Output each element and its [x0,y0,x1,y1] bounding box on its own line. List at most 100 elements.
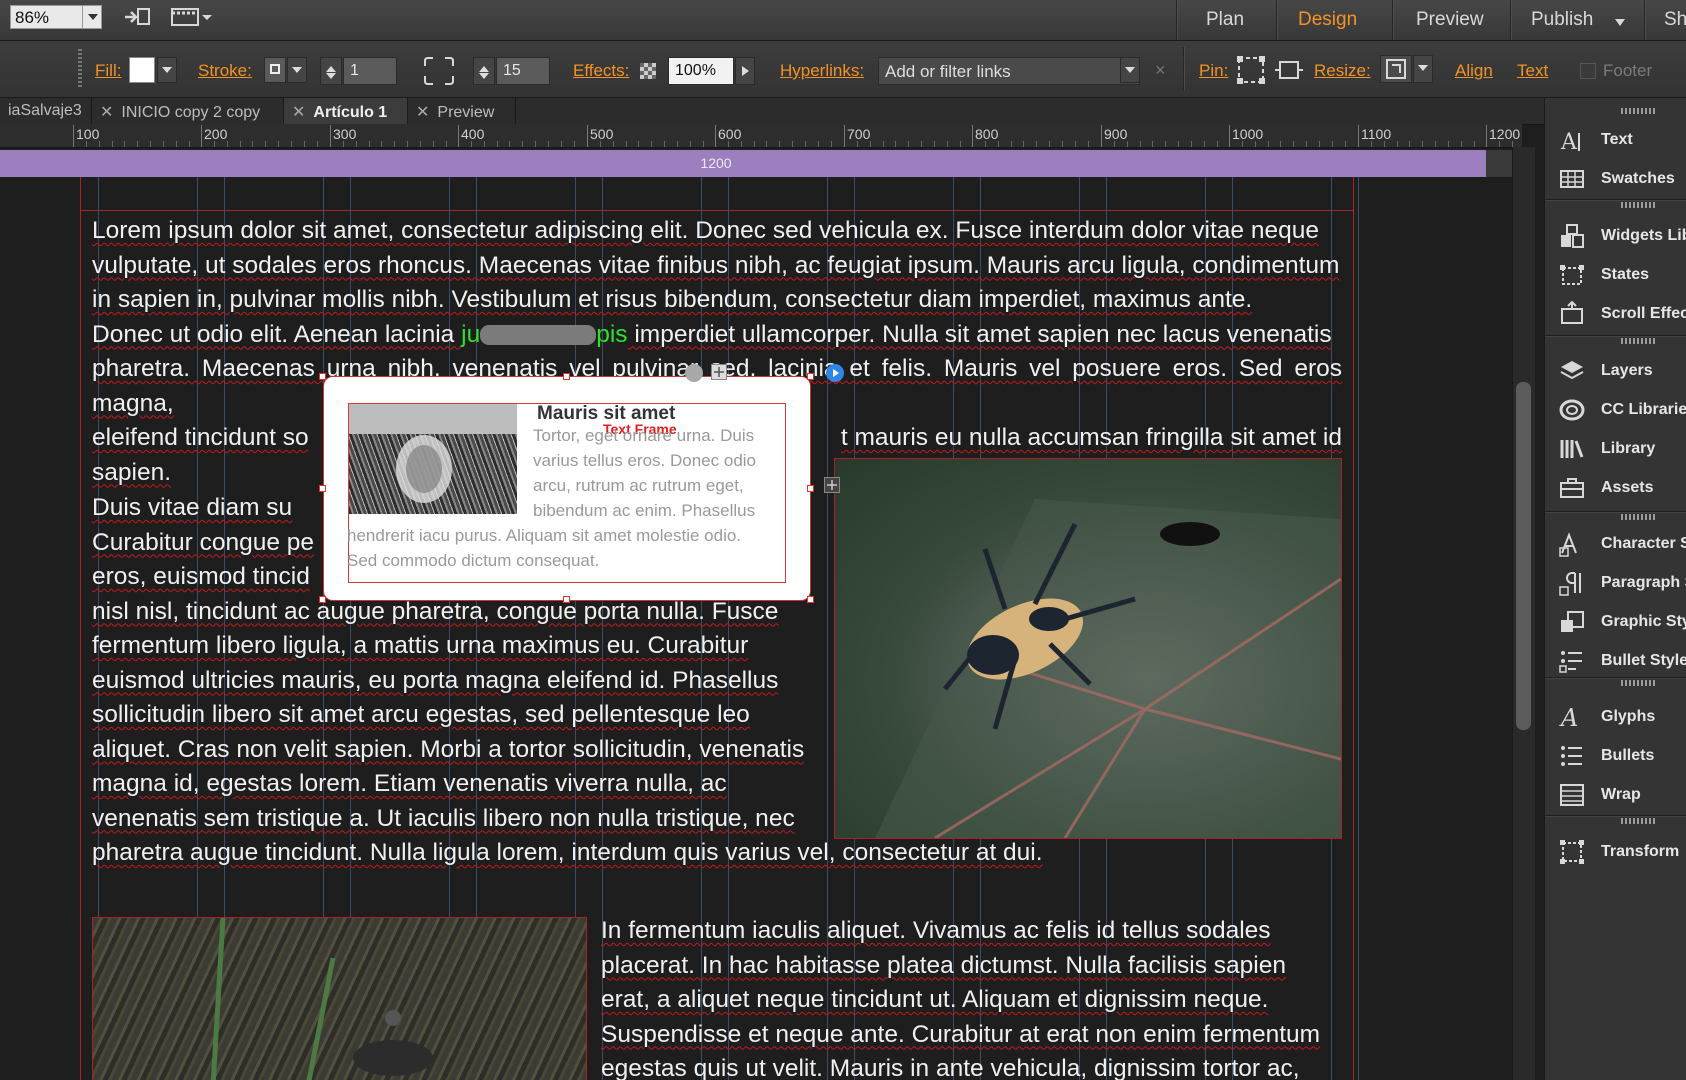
close-tab-icon[interactable]: ✕ [292,104,305,121]
panel-tab-graphic-sty[interactable]: Graphic Sty [1559,607,1686,637]
view-options-icon[interactable] [170,6,214,28]
fill-swatch[interactable] [129,57,155,83]
panel-tab-layers[interactable]: Layers [1559,356,1686,386]
panel-tab-label: Transform [1601,843,1680,860]
insect-on-leaf-image[interactable] [834,458,1342,839]
fill-label[interactable]: Fill: [95,61,121,81]
ruler-major-tick [73,125,74,147]
close-tab-icon[interactable]: ✕ [100,104,113,121]
tab-iasalvaje3[interactable]: iaSalvaje3 [0,98,92,124]
pin-page-icon[interactable] [1274,55,1304,90]
panel-tab-label: Scroll Effect [1601,305,1686,322]
corner-radius-stepper[interactable] [473,57,495,85]
panel-group-grip[interactable] [1621,818,1655,824]
mode-preview[interactable]: Preview [1416,9,1484,31]
text-label[interactable]: Text [1517,61,1548,81]
mode-plan[interactable]: Plan [1206,9,1244,31]
panel-tab-library[interactable]: Library [1559,434,1686,464]
panel-group-grip[interactable] [1621,338,1655,344]
ruler-minor-tick [1306,141,1308,147]
panel-tab-swatches[interactable]: Swatches [1559,164,1686,194]
ruler-minor-tick [997,141,999,147]
corner-radius-field[interactable]: 15 [496,57,550,85]
ruler-minor-tick [1318,141,1320,147]
export-icon[interactable] [122,6,152,28]
hyperlinks-dropdown[interactable] [1120,57,1140,83]
ruler-minor-tick [368,141,370,147]
ruler-label: 700 [847,126,871,142]
zoom-dropdown-arrow[interactable] [82,5,102,29]
resize-mode-icon[interactable] [1380,55,1412,83]
ruler-minor-tick [959,141,961,147]
panel-group-grip[interactable] [1621,514,1655,520]
panel-tab-widgets-lib[interactable]: Widgets Lib [1559,221,1686,251]
tab-articulo-1[interactable]: ✕ Artículo 1 [284,98,408,124]
widget-state-icon[interactable] [685,364,703,382]
horizontal-ruler[interactable]: 100 200 300 400 500 600 700 800 900 1000 1100 1200 [0,124,1522,148]
resize-handle[interactable] [807,596,814,603]
resize-handle[interactable] [807,373,814,380]
panel-tab-glyphs[interactable]: A Glyphs [1559,702,1686,732]
add-item-icon[interactable] [824,477,840,493]
opacity-field[interactable]: 100% [668,57,734,85]
mode-publish[interactable]: Publish [1531,9,1593,31]
text-frame-paragraph-3[interactable]: In fermentum iaculis aliquet. Vivamus ac… [601,914,1343,1080]
widget-body-text-continued: hendrerit iacu purus. Aliquam sit amet m… [347,526,742,570]
resize-dropdown[interactable] [1413,55,1433,83]
pin-grid-icon[interactable] [1236,55,1266,90]
stroke-label[interactable]: Stroke: [198,61,252,81]
design-canvas[interactable]: Lorem ipsum dolor sit amet, consectetur … [0,177,1512,1080]
footer-checkbox[interactable] [1580,63,1596,79]
panel-tab-text[interactable]: A Text [1559,125,1686,155]
panel-tab-cc-librarie[interactable]: CC Librarie [1559,395,1686,425]
panel-tab-character-s[interactable]: Character S [1559,529,1686,559]
widget-add-icon[interactable] [711,364,727,380]
ruler-major-tick [1486,125,1487,147]
opacity-arrow-button[interactable] [735,57,755,85]
hyperlinks-select[interactable]: Add or filter links [878,57,1140,85]
resize-handle[interactable] [563,596,570,603]
clear-link-icon[interactable]: × [1155,60,1166,81]
stroke-swatch[interactable] [264,57,286,83]
panel-tab-states[interactable]: States [1559,260,1686,290]
panel-tab-transform[interactable]: Transform [1559,837,1686,867]
publish-dropdown-icon[interactable] [1614,15,1626,33]
panel-tab-wrap[interactable]: Wrap [1559,780,1686,810]
resize-handle[interactable] [319,596,326,603]
effects-label[interactable]: Effects: [573,61,629,81]
stroke-width-field[interactable]: 1 [343,57,397,85]
scrollbar-thumb[interactable] [1516,382,1531,730]
resize-handle[interactable] [563,373,570,380]
ground-debris-image[interactable] [92,917,587,1080]
resize-handle[interactable] [319,485,326,492]
tab-inicio-copy[interactable]: ✕ INICIO copy 2 copy [92,98,284,124]
resize-label[interactable]: Resize: [1314,61,1371,81]
mode-design[interactable]: Design [1298,9,1357,31]
resize-handle[interactable] [319,373,326,380]
stroke-dropdown[interactable] [287,57,307,83]
cactus-image[interactable] [349,404,517,514]
mode-share[interactable]: Sh [1664,9,1686,31]
widget-options-icon[interactable] [826,364,844,382]
hyperlinks-label[interactable]: Hyperlinks: [780,61,864,81]
resize-handle[interactable] [807,485,814,492]
panel-tab-scroll-effect[interactable]: Scroll Effect [1559,299,1686,329]
panel-group-grip[interactable] [1621,202,1655,208]
hyperlink-text[interactable]: pis [596,321,627,348]
breakpoint-bar[interactable]: 1200 [0,150,1512,177]
swatches-icon [1559,166,1585,192]
tab-preview[interactable]: ✕ Preview [408,98,516,124]
align-label[interactable]: Align [1455,61,1493,81]
hyperlink-text[interactable]: ju [461,321,480,348]
panel-tab-bullet-style[interactable]: Bullet Style [1559,646,1686,676]
panel-tab-paragraph-s[interactable]: Paragraph S [1559,568,1686,598]
panel-group-grip[interactable] [1621,108,1655,114]
panel-group-grip[interactable] [1621,680,1655,686]
close-tab-icon[interactable]: ✕ [416,104,429,121]
ruler-minor-tick [137,141,139,147]
panel-tab-bullets[interactable]: Bullets [1559,741,1686,771]
pin-label[interactable]: Pin: [1199,61,1228,81]
stroke-width-stepper[interactable] [320,57,342,85]
panel-tab-assets[interactable]: Assets [1559,473,1686,503]
fill-dropdown[interactable] [157,57,177,83]
